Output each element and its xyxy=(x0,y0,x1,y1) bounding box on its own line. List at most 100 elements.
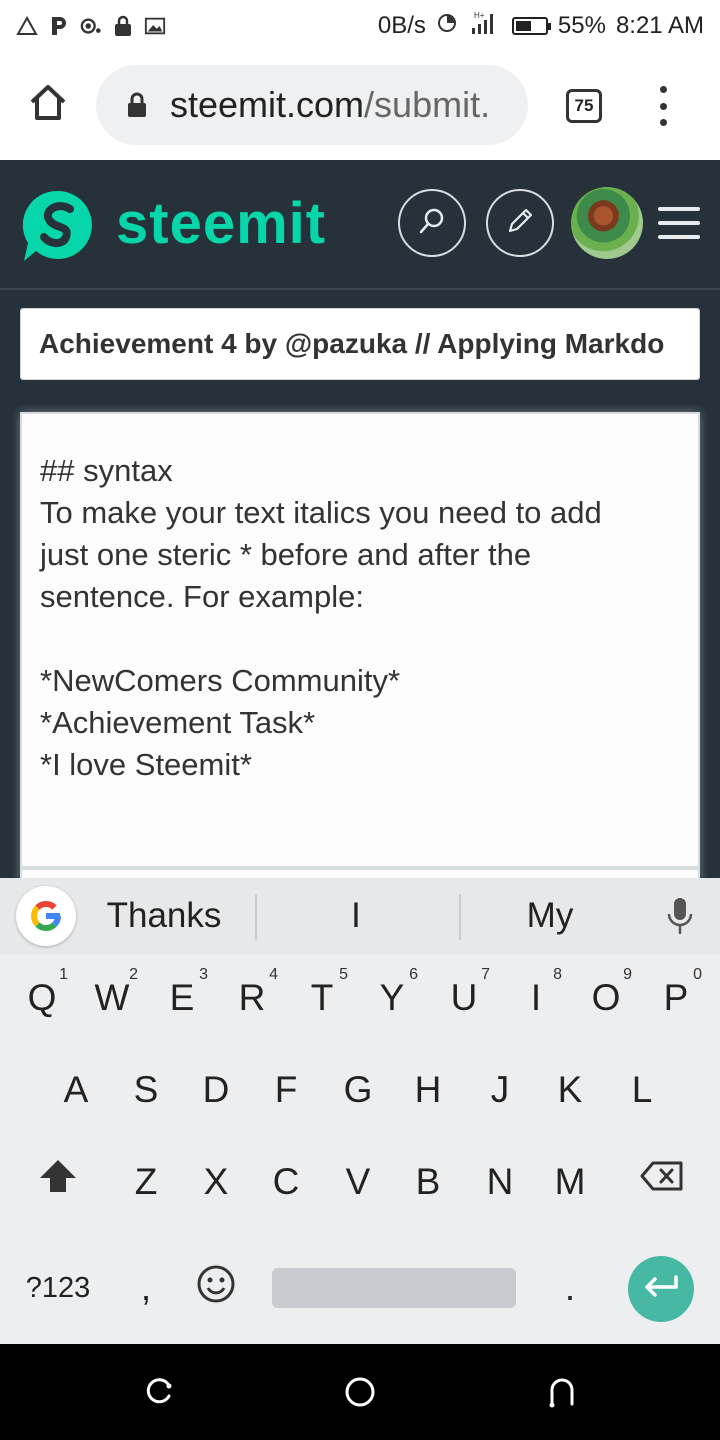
space-key[interactable] xyxy=(272,1268,516,1308)
suggestion-2[interactable]: I xyxy=(306,890,406,942)
microphone-icon[interactable] xyxy=(664,896,696,938)
lock-notif-icon xyxy=(112,15,134,37)
key-t[interactable]: T5 xyxy=(292,966,352,1030)
steemit-logo-icon[interactable] xyxy=(18,185,98,265)
key-f[interactable]: F xyxy=(256,1058,316,1122)
search-button[interactable] xyxy=(398,189,466,257)
key-label: M xyxy=(554,1161,586,1202)
tab-switcher-button[interactable]: 75 xyxy=(566,89,602,123)
google-g-icon[interactable] xyxy=(16,886,76,946)
key-label: Y xyxy=(379,977,405,1018)
key-label: V xyxy=(345,1161,371,1202)
post-body-textarea[interactable]: ## syntax To make your text italics you n… xyxy=(20,412,700,882)
key-label: K xyxy=(557,1069,583,1110)
hamburger-menu-icon[interactable] xyxy=(658,207,700,239)
key-label: L xyxy=(631,1069,653,1110)
shift-key[interactable] xyxy=(30,1150,86,1210)
key-hint: 0 xyxy=(693,966,702,983)
key-q[interactable]: Q1 xyxy=(12,966,72,1030)
key-r[interactable]: R4 xyxy=(222,966,282,1030)
key-label: Q xyxy=(27,977,57,1018)
recent-apps-icon[interactable] xyxy=(142,1374,178,1410)
symbols-key[interactable]: ?123 xyxy=(18,1258,98,1318)
key-h[interactable]: H xyxy=(398,1058,458,1122)
editor-line: *I love Steemit* xyxy=(40,747,252,782)
battery-fill xyxy=(515,21,532,31)
status-bar: 0B/s H+ 55% 8:21 AM xyxy=(0,0,720,52)
suggestion-3[interactable]: My xyxy=(500,890,600,942)
editor-line: ## syntax xyxy=(40,453,173,488)
key-g[interactable]: G xyxy=(328,1058,388,1122)
home-icon[interactable] xyxy=(26,80,70,124)
recorder-icon xyxy=(80,15,102,37)
key-label: U xyxy=(450,977,478,1018)
key-c[interactable]: C xyxy=(256,1150,316,1214)
battery-percent: 55% xyxy=(557,12,606,39)
home-nav-icon[interactable] xyxy=(342,1374,378,1410)
key-y[interactable]: Y6 xyxy=(362,966,422,1030)
clock: 8:21 AM xyxy=(615,12,704,39)
key-label: A xyxy=(63,1069,89,1110)
address-bar[interactable]: steemit.com/submit. xyxy=(96,65,528,145)
browser-toolbar: steemit.com/submit. 75 xyxy=(0,52,720,160)
pencil-icon xyxy=(505,206,535,240)
key-hint: 6 xyxy=(409,966,418,983)
signal-type: H+ xyxy=(474,11,485,20)
key-label: H xyxy=(414,1069,442,1110)
key-label: B xyxy=(415,1161,441,1202)
key-w[interactable]: W2 xyxy=(82,966,142,1030)
key-label: J xyxy=(490,1069,510,1110)
key-label: F xyxy=(274,1069,298,1110)
notification-icons xyxy=(16,15,166,37)
key-label: D xyxy=(202,1069,230,1110)
key-p[interactable]: P0 xyxy=(646,966,706,1030)
system-status: 0B/s H+ 55% 8:21 AM xyxy=(378,10,704,43)
key-o[interactable]: O9 xyxy=(576,966,636,1030)
key-e[interactable]: E3 xyxy=(152,966,212,1030)
enter-key[interactable] xyxy=(628,1256,694,1322)
editor-line: *Achievement Task* xyxy=(40,705,316,740)
key-label: E xyxy=(169,977,195,1018)
key-hint: 3 xyxy=(199,966,208,983)
backspace-key[interactable] xyxy=(632,1150,692,1210)
post-title-input[interactable]: Achievement 4 by @pazuka // Applying Mar… xyxy=(20,308,700,380)
key-v[interactable]: V xyxy=(328,1150,388,1214)
key-b[interactable]: B xyxy=(398,1150,458,1214)
user-avatar[interactable] xyxy=(571,187,643,259)
key-label: R xyxy=(238,977,266,1018)
key-a[interactable]: A xyxy=(46,1058,106,1122)
browser-menu-icon[interactable] xyxy=(655,86,671,126)
key-label: P xyxy=(663,977,689,1018)
key-l[interactable]: L xyxy=(612,1058,672,1122)
key-hint: 2 xyxy=(129,966,138,983)
p-app-icon xyxy=(48,15,70,37)
key-k[interactable]: K xyxy=(540,1058,600,1122)
soft-keyboard: Thanks I My ?123 , . Q 1 W 2 E 3 R 4 T 5… xyxy=(0,878,720,1344)
key-z[interactable]: Z xyxy=(116,1150,176,1214)
key-d[interactable]: D xyxy=(186,1058,246,1122)
key-hint: 4 xyxy=(269,966,278,983)
key-x[interactable]: X xyxy=(186,1150,246,1214)
editor-resize-edge xyxy=(22,866,698,870)
key-i[interactable]: I8 xyxy=(506,966,566,1030)
comma-key[interactable]: , xyxy=(124,1258,168,1318)
signal-icon: H+ xyxy=(468,10,502,43)
key-n[interactable]: N xyxy=(470,1150,530,1214)
submit-post-button[interactable] xyxy=(486,189,554,257)
key-u[interactable]: U7 xyxy=(434,966,494,1030)
back-nav-icon[interactable] xyxy=(544,1374,580,1410)
steemit-logo-text[interactable]: steemit xyxy=(116,190,326,257)
key-m[interactable]: M xyxy=(540,1150,600,1214)
url-text: steemit.com/submit. xyxy=(170,84,490,126)
key-s[interactable]: S xyxy=(116,1058,176,1122)
emoji-icon[interactable] xyxy=(186,1254,246,1314)
key-label: Z xyxy=(134,1161,158,1202)
lock-icon xyxy=(126,91,148,119)
period-key[interactable]: . xyxy=(548,1258,592,1318)
key-label: S xyxy=(133,1069,159,1110)
key-hint: 1 xyxy=(59,966,68,983)
image-notif-icon xyxy=(144,15,166,37)
suggestion-1[interactable]: Thanks xyxy=(96,890,232,942)
key-j[interactable]: J xyxy=(470,1058,530,1122)
